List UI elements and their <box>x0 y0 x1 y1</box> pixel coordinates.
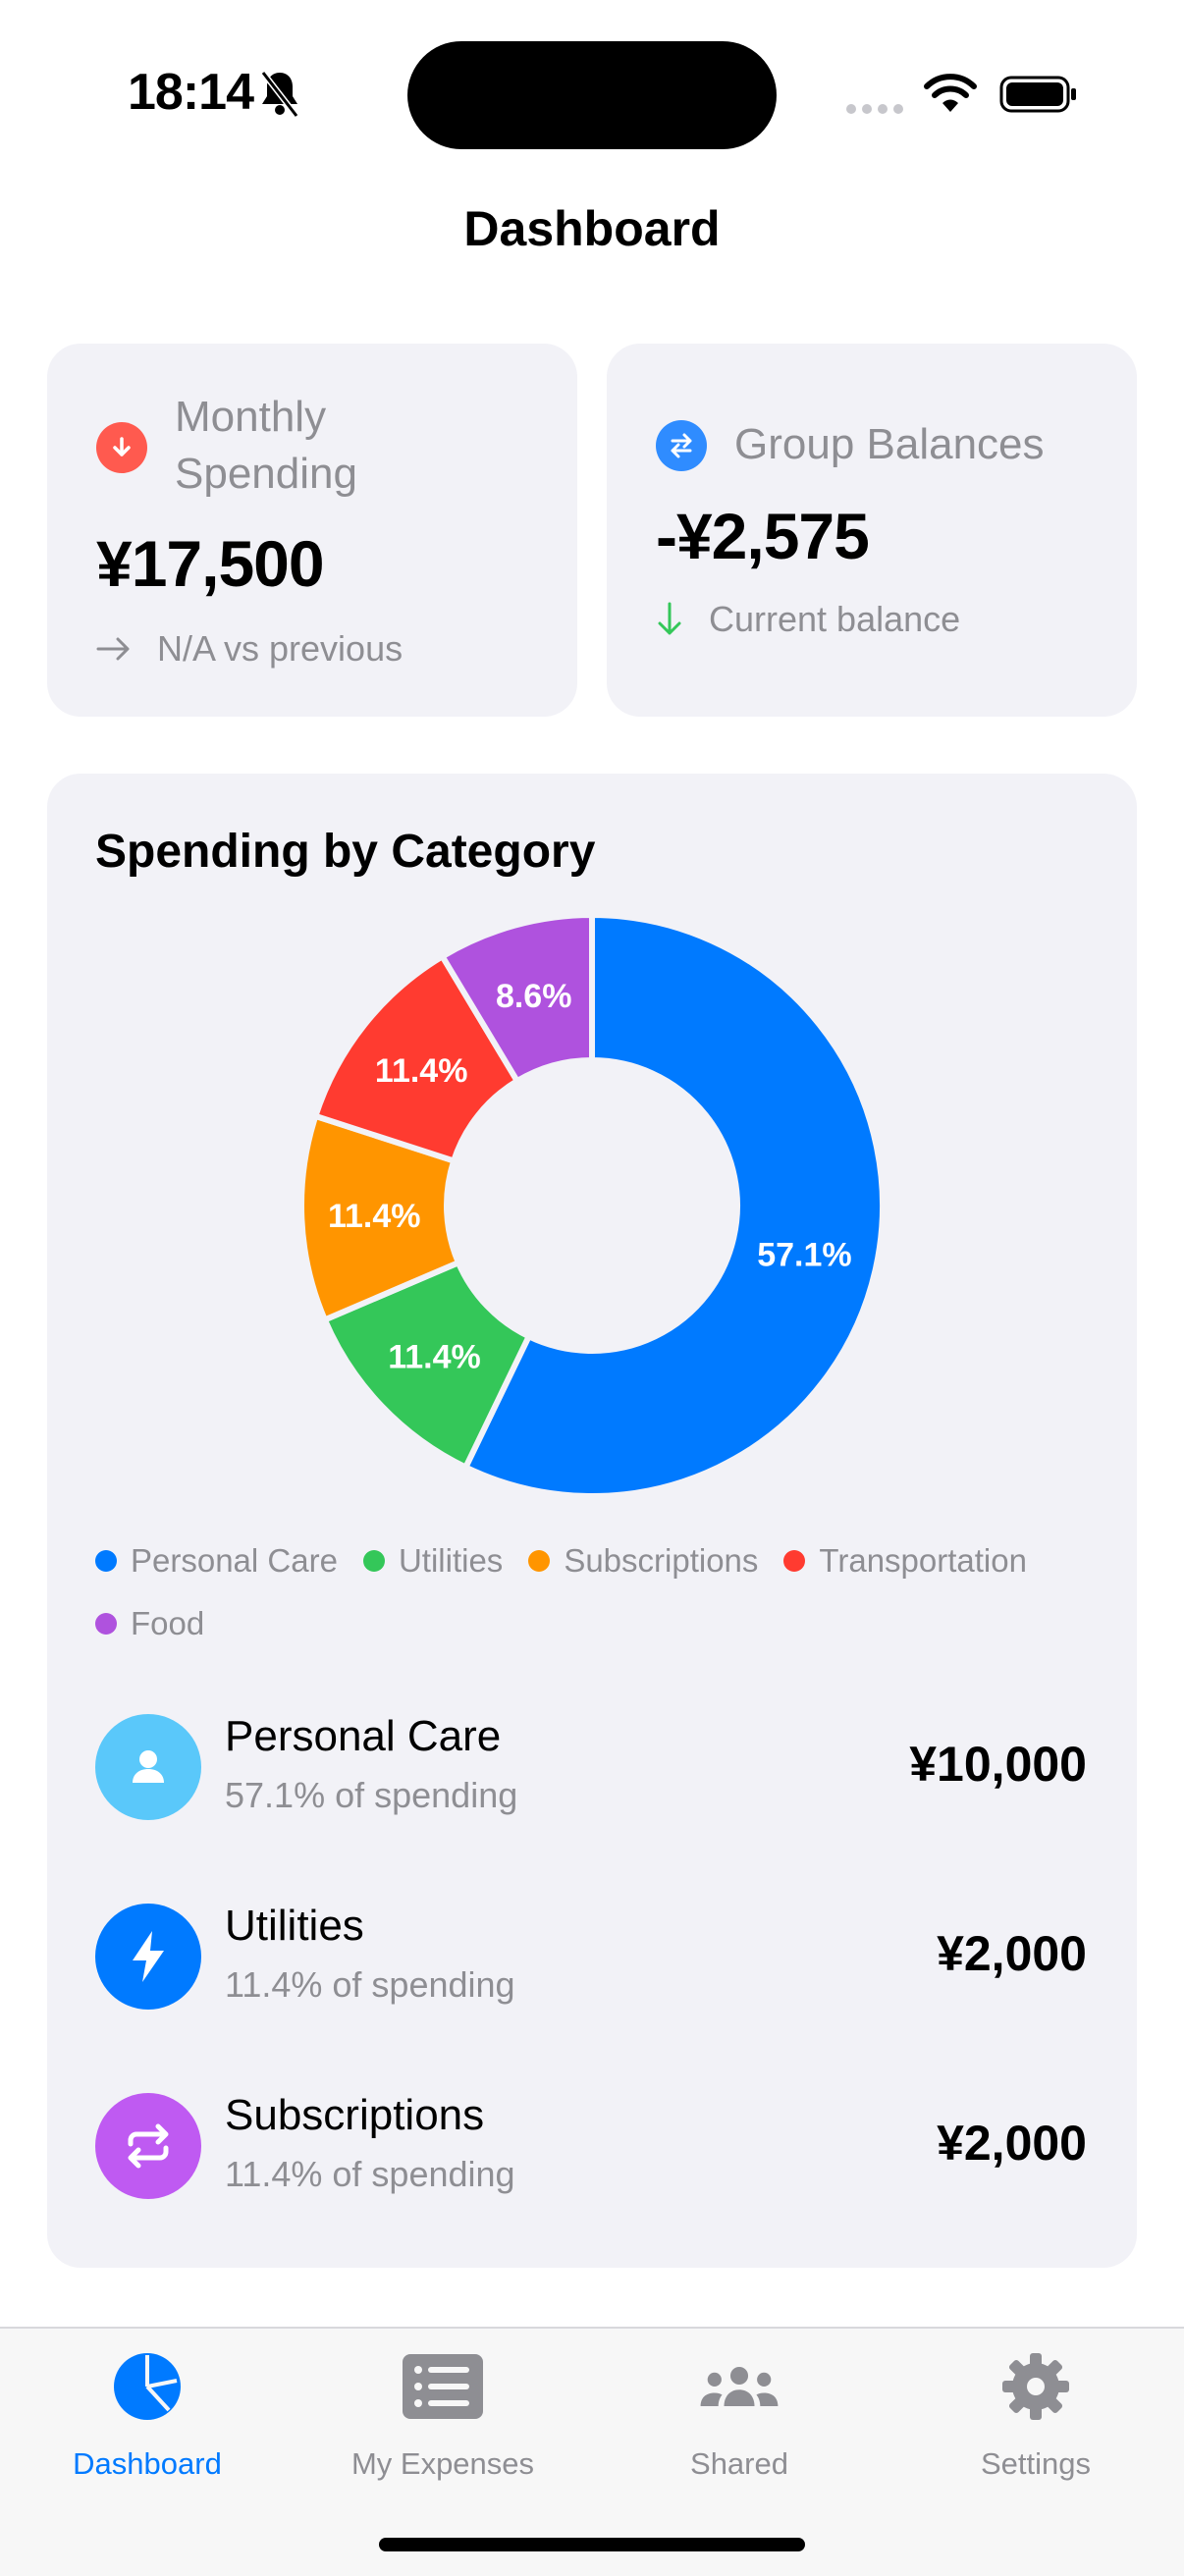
category-amount: ¥2,000 <box>937 2116 1087 2171</box>
arrow-down-circle-icon <box>96 422 147 473</box>
category-amount: ¥2,000 <box>937 1926 1087 1981</box>
category-percent: 11.4% of spending <box>225 1964 515 2005</box>
group-balance-value: -¥2,575 <box>656 500 870 572</box>
tab-shared[interactable]: Shared <box>621 2350 857 2497</box>
legend-item-subscriptions: Subscriptions <box>528 1539 758 1583</box>
group-balances-card[interactable]: Group Balances -¥2,575 Current balance <box>607 344 1137 717</box>
tab-label: My Expenses <box>350 2446 535 2481</box>
person-icon <box>95 1714 201 1820</box>
legend-item-transportation: Transportation <box>783 1539 1027 1583</box>
category-amount: ¥10,000 <box>909 1737 1087 1792</box>
spending-by-category-card: Spending by Category 57.1% 11.4% 11.4% 11.4… <box>47 774 1137 2268</box>
dynamic-island <box>407 41 777 149</box>
category-row-personal-care[interactable]: Personal Care 57.1% of spending ¥10,000 <box>95 1706 1087 1824</box>
category-name: Subscriptions <box>225 2091 485 2139</box>
legend-label: Subscriptions <box>564 1542 759 1579</box>
cellular-signal-icon <box>846 104 903 114</box>
category-percent: 57.1% of spending <box>225 1775 518 1815</box>
current-balance-text: Current balance <box>709 599 961 639</box>
legend-label: Personal Care <box>131 1542 338 1579</box>
bell-slash-icon <box>260 71 299 118</box>
legend-label: Transportation <box>819 1542 1027 1579</box>
gear-icon <box>995 2350 1077 2423</box>
pie-chart-icon <box>106 2350 188 2423</box>
monthly-spending-card[interactable]: Monthly Spending ¥17,500 N/A vs previous <box>47 344 577 717</box>
list-icon <box>402 2350 484 2423</box>
arrows-exchange-icon <box>656 420 707 471</box>
battery-icon <box>999 76 1076 113</box>
legend-item-utilities: Utilities <box>362 1539 504 1583</box>
category-row-utilities[interactable]: Utilities 11.4% of spending ¥2,000 <box>95 1896 1087 2013</box>
bolt-icon <box>95 1904 201 2010</box>
people-icon <box>698 2350 780 2423</box>
monthly-spending-value: ¥17,500 <box>96 527 325 600</box>
donut-label: 11.4% <box>375 1052 468 1090</box>
tab-dashboard[interactable]: Dashboard <box>29 2350 265 2497</box>
legend-label: Utilities <box>398 1542 504 1579</box>
tab-label: Settings <box>980 2446 1091 2481</box>
donut-label: 8.6% <box>496 978 572 1015</box>
category-row-subscriptions[interactable]: Subscriptions 11.4% of spending ¥2,000 <box>95 2085 1087 2203</box>
category-name: Utilities <box>225 1902 364 1950</box>
current-balance: Current balance <box>656 599 960 640</box>
home-indicator <box>379 2538 805 2551</box>
legend-dot <box>95 1550 117 1572</box>
arrow-down-icon <box>658 602 681 635</box>
tab-label: Shared <box>690 2446 788 2481</box>
legend-dot <box>95 1613 117 1635</box>
legend-item-personal-care: Personal Care <box>95 1539 338 1583</box>
repeat-icon <box>95 2093 201 2199</box>
tab-my-expenses[interactable]: My Expenses <box>325 2350 561 2497</box>
label-line-1: Monthly <box>175 393 327 441</box>
legend-dot <box>362 1550 385 1572</box>
comparison-text: N/A vs previous <box>157 628 404 669</box>
tab-settings[interactable]: Settings <box>918 2350 1154 2497</box>
legend-label: Food <box>131 1605 205 1641</box>
legend-item-food: Food <box>95 1602 204 1645</box>
status-bar: 18:14 <box>0 0 1184 187</box>
monthly-spending-label: Monthly Spending <box>175 389 357 503</box>
page-title: Dashboard <box>463 201 721 256</box>
status-time: 18:14 <box>128 64 254 121</box>
chart-legend: Personal Care Utilities Subscriptions Tr… <box>95 1539 1116 1645</box>
group-balances-label: Group Balances <box>734 420 1045 468</box>
label-line-2: Spending <box>175 450 357 498</box>
category-chart-title: Spending by Category <box>95 826 596 878</box>
arrow-right-icon <box>96 637 130 661</box>
legend-dot <box>783 1550 806 1572</box>
legend-dot <box>528 1550 551 1572</box>
category-name: Personal Care <box>225 1712 502 1760</box>
donut-label: 11.4% <box>328 1198 421 1235</box>
donut-label: 57.1% <box>757 1236 851 1273</box>
tab-label: Dashboard <box>73 2446 222 2481</box>
donut-label: 11.4% <box>388 1338 481 1375</box>
category-percent: 11.4% of spending <box>225 2154 515 2194</box>
category-donut-chart: 57.1% 11.4% 11.4% 11.4% 8.6% <box>298 911 886 1499</box>
wifi-icon <box>924 74 977 112</box>
monthly-comparison: N/A vs previous <box>96 628 403 670</box>
